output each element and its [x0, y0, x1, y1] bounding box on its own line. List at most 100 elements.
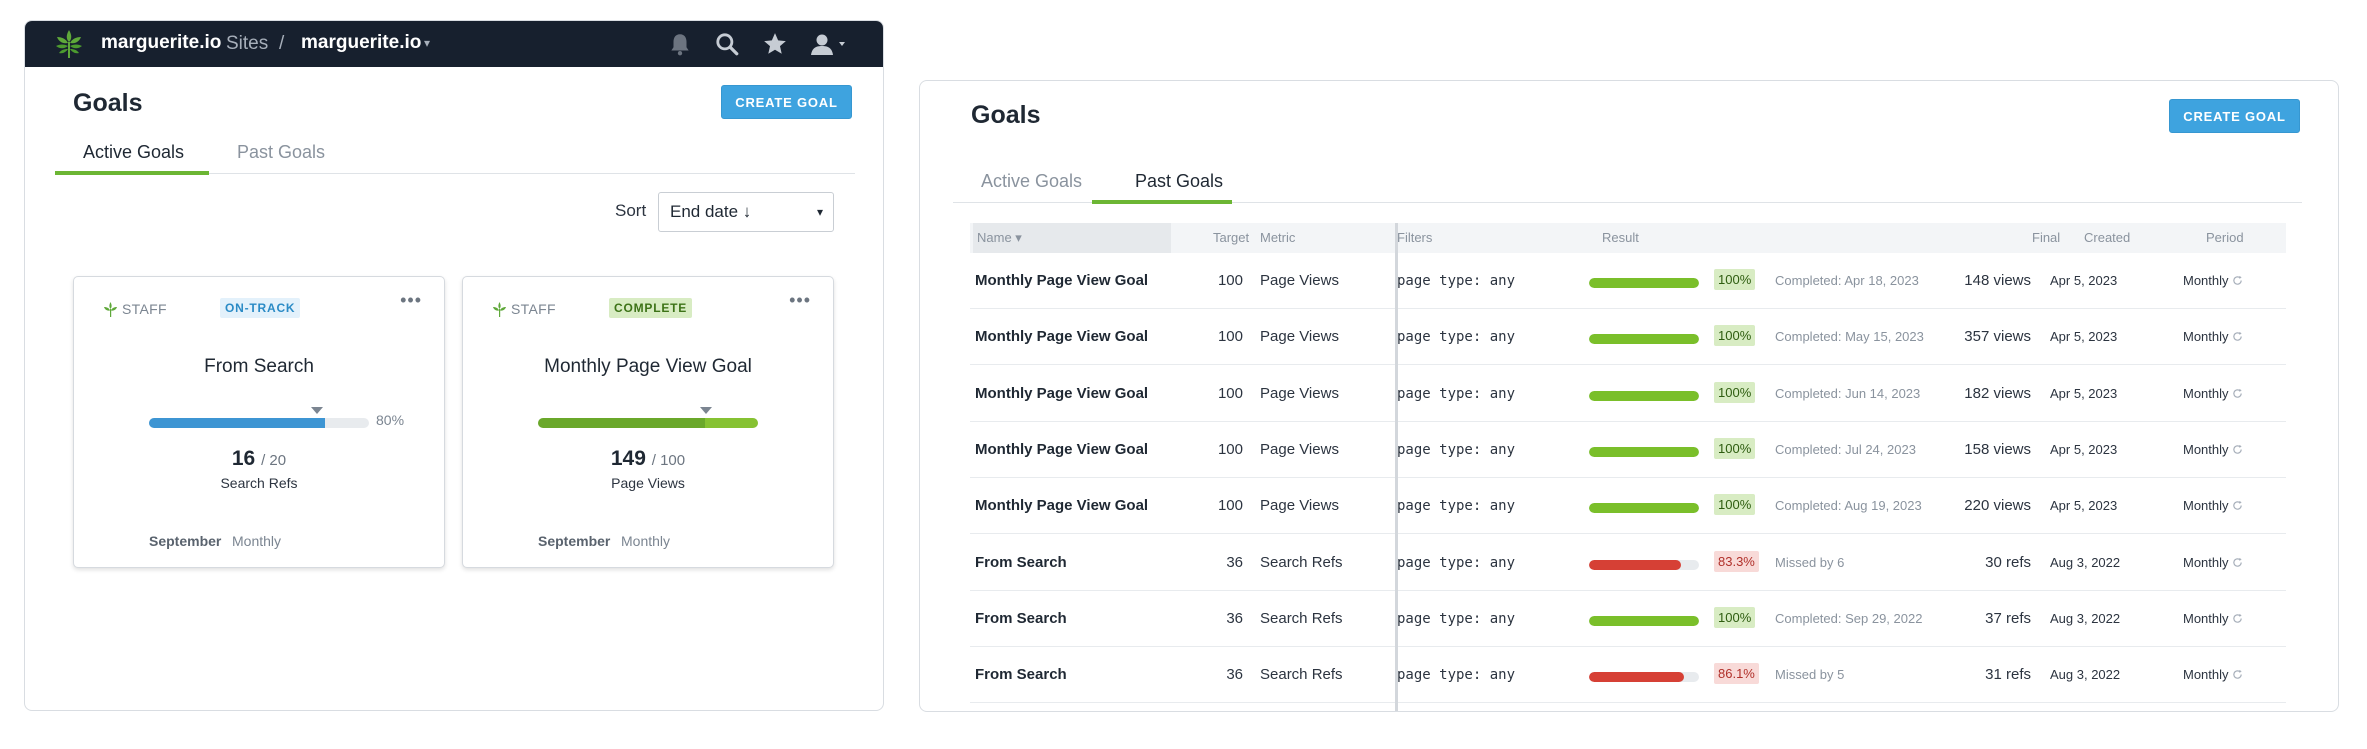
goal-progress-fill [538, 418, 758, 428]
final-value: 31 refs [1985, 666, 2031, 684]
goal-name[interactable]: From Search [975, 666, 1067, 683]
final-value: 30 refs [1985, 553, 2031, 571]
goal-metric: Page Views [1260, 440, 1339, 458]
goal-target: 100 [1217, 497, 1243, 515]
goal-metric: Search Refs [1260, 553, 1343, 571]
result-percent-badge: 100% [1714, 269, 1756, 290]
table-row[interactable]: Monthly Page View Goal 100 Page Views page … [970, 253, 2286, 309]
search-icon[interactable] [714, 31, 740, 57]
more-options-icon[interactable]: ••• [400, 290, 422, 311]
goal-target-value: / 100 [651, 452, 686, 469]
tab-active-goals[interactable]: Active Goals [83, 142, 184, 163]
goal-target: 36 [1226, 609, 1243, 627]
table-row[interactable]: Monthly Page View Goal 100 Page Views page … [970, 478, 2286, 535]
period: Monthly [2183, 273, 2243, 288]
result-status: Completed: Sep 29, 2022 [1775, 610, 1923, 626]
goal-name[interactable]: From Search [975, 554, 1067, 571]
more-options-icon[interactable]: ••• [789, 290, 811, 311]
goal-name[interactable]: Monthly Page View Goal [975, 441, 1148, 458]
user-icon[interactable] [810, 31, 850, 57]
period-label: Monthly [2183, 554, 2229, 570]
goal-name[interactable]: Monthly Page View Goal [975, 328, 1148, 345]
created-date: Apr 5, 2023 [2050, 329, 2118, 345]
breadcrumb-sites[interactable]: Sites [226, 33, 268, 55]
goal-filter: page type: any [1397, 554, 1516, 571]
create-goal-button[interactable]: CREATE GOAL [2169, 99, 2300, 133]
table-row[interactable]: From Search 36 Search Refs page type: any 10… [970, 591, 2286, 647]
recurring-icon [2232, 332, 2242, 342]
column-header-target[interactable]: Target [1213, 230, 1249, 245]
final-value: 220 views [1964, 497, 2031, 515]
result-status: Completed: May 15, 2023 [1775, 329, 1924, 345]
goal-filter: page type: any [1397, 610, 1516, 627]
result-status: Missed by 6 [1775, 554, 1845, 570]
result-progress-bar [1589, 334, 1699, 345]
period: Monthly [2183, 329, 2243, 344]
column-header-name[interactable]: Name ▾ [973, 223, 1171, 253]
breadcrumb-current-site[interactable]: marguerite.io [301, 32, 421, 54]
goal-name[interactable]: From Search [975, 610, 1067, 627]
staff-label: STAFF [104, 301, 167, 317]
goal-metric: Page Views [1260, 328, 1339, 346]
result-progress-fill [1589, 390, 1699, 401]
tab-active-goals[interactable]: Active Goals [981, 171, 1082, 192]
goal-name[interactable]: Monthly Page View Goal [975, 385, 1148, 402]
result-progress-bar [1589, 503, 1699, 514]
result-percent-badge: 100% [1714, 606, 1756, 628]
result-percent-badge: 100% [1714, 381, 1756, 403]
brand-name[interactable]: marguerite.io [101, 32, 221, 54]
goal-tabs: Active Goals Past Goals [55, 134, 855, 175]
result-progress-bar [1589, 446, 1699, 457]
period: Monthly [2183, 611, 2243, 626]
tab-past-goals[interactable]: Past Goals [237, 142, 325, 163]
goal-card-from-search[interactable]: STAFF ON-TRACK ••• From Search 80% 16 / … [73, 276, 445, 568]
result-progress-fill [1589, 334, 1699, 345]
result-progress-fill [1589, 446, 1699, 457]
result-percent-badge: 100% [1714, 494, 1756, 516]
goal-value: 16 / 20 [74, 447, 444, 471]
goal-target: 36 [1226, 553, 1243, 571]
column-header-filters[interactable]: Filters [1397, 230, 1432, 245]
table-row[interactable]: From Search 36 Search Refs page type: any 86… [970, 647, 2286, 704]
column-header-created[interactable]: Created [2084, 230, 2130, 245]
goal-filter: page type: any [1397, 498, 1516, 515]
column-resize-divider[interactable] [1395, 223, 1398, 711]
final-value: 37 refs [1985, 609, 2031, 627]
tab-past-goals[interactable]: Past Goals [1135, 171, 1223, 192]
column-header-metric[interactable]: Metric [1260, 230, 1295, 245]
goal-progress-percent: 80% [376, 412, 405, 428]
goal-name[interactable]: Monthly Page View Goal [975, 272, 1148, 289]
column-header-result[interactable]: Result [1602, 230, 1639, 245]
created-date: Apr 5, 2023 [2050, 273, 2118, 288]
column-header-final[interactable]: Final [2032, 230, 2060, 245]
goal-metric: Search Refs [1260, 666, 1343, 684]
active-tab-indicator [55, 171, 209, 175]
period-label: Monthly [2183, 273, 2229, 288]
site-dropdown-caret-icon[interactable]: ▾ [424, 36, 430, 50]
goal-card-monthly-page-view[interactable]: STAFF COMPLETE ••• Monthly Page View Goa… [462, 276, 834, 568]
column-header-period[interactable]: Period [2206, 230, 2244, 245]
create-goal-button[interactable]: CREATE GOAL [721, 85, 852, 119]
goal-metric: Page Views [1260, 384, 1339, 402]
period-label: Monthly [2183, 498, 2229, 514]
goal-name[interactable]: Monthly Page View Goal [975, 497, 1148, 514]
goal-metric: Page Views [1260, 497, 1339, 515]
marguerite-logo-icon[interactable] [53, 28, 85, 60]
goal-month: September [538, 533, 611, 549]
table-row[interactable]: Monthly Page View Goal 100 Page Views page … [970, 422, 2286, 478]
sort-select[interactable]: End date ↓ ▾ [658, 192, 834, 232]
created-date: Aug 3, 2022 [2050, 554, 2121, 570]
goal-period: Monthly [232, 533, 282, 549]
table-row[interactable]: Monthly Page View Goal 100 Page Views page … [970, 309, 2286, 366]
period-label: Monthly [2183, 385, 2229, 401]
star-icon[interactable] [762, 31, 788, 57]
bell-icon[interactable] [667, 31, 693, 57]
page-title: Goals [73, 89, 143, 117]
table-row[interactable]: Monthly Page View Goal 100 Page Views page … [970, 366, 2286, 422]
table-row[interactable]: From Search 36 Search Refs page type: any 83… [970, 535, 2286, 591]
result-status: Completed: Aug 19, 2023 [1775, 498, 1922, 514]
sort-selected-value: End date ↓ [670, 202, 752, 221]
recurring-icon [2232, 670, 2242, 679]
goal-current-value: 16 [231, 447, 256, 470]
period-label: Monthly [2183, 667, 2229, 683]
